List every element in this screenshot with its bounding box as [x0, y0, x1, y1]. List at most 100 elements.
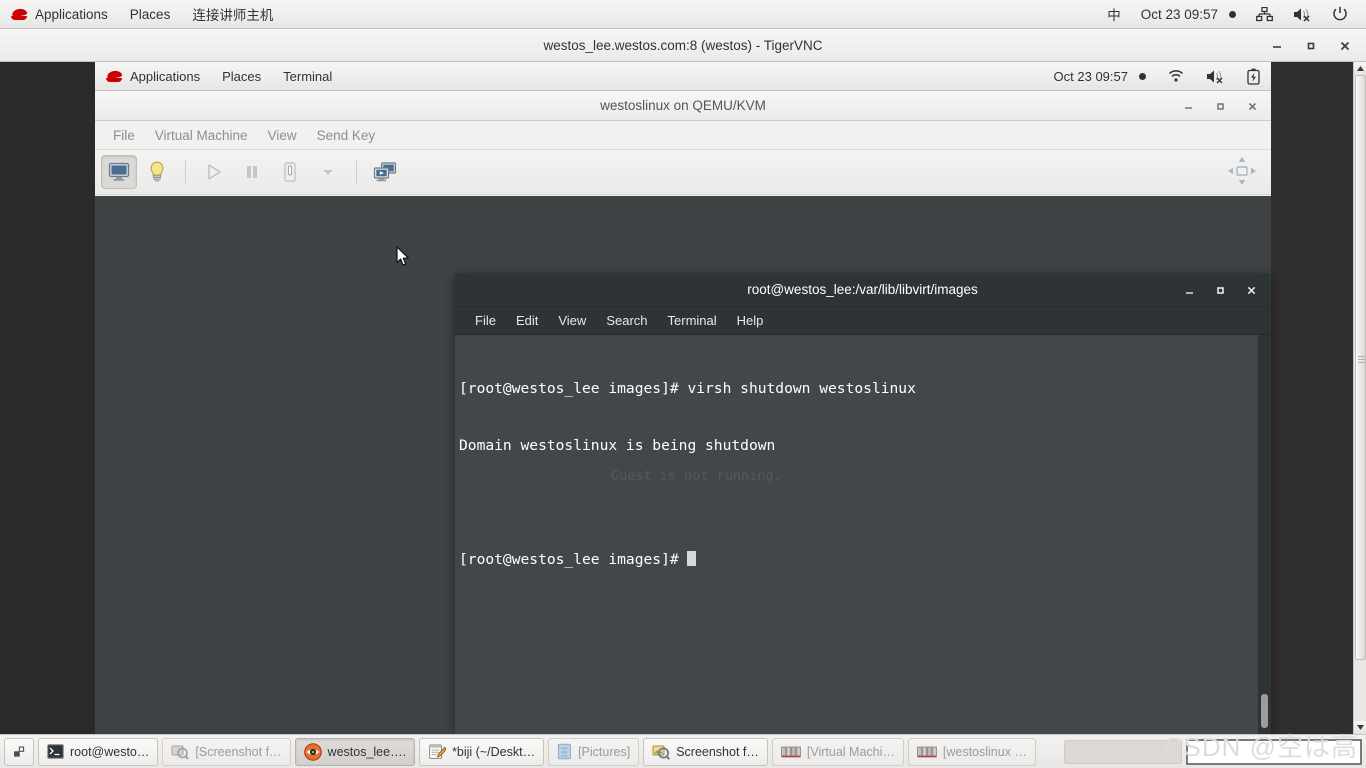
virt-manager-toolbar — [95, 150, 1271, 195]
screen: Applications Places 连接讲师主机 中 Oct 23 09:5… — [0, 0, 1366, 768]
terminal-title: root@westos_lee:/var/lib/libvirt/images — [747, 282, 978, 297]
power-icon[interactable] — [1322, 0, 1358, 29]
taskbar-item-editor[interactable]: *biji (~/Deskt… — [419, 737, 545, 766]
taskbar-item-terminal[interactable]: root@westo… — [38, 737, 159, 766]
taskbar-item-label: *biji (~/Deskt… — [452, 744, 536, 759]
virt-manager-menubar: File Virtual Machine View Send Key — [95, 121, 1271, 150]
taskbar-item-westoslinux-vm[interactable]: [westoslinux … — [907, 737, 1036, 766]
snapshots-button[interactable] — [367, 155, 403, 189]
scroll-up-arrow-icon[interactable] — [1353, 62, 1366, 75]
vnc-viewport[interactable]: Applications Places Terminal Oct 23 09:5… — [0, 62, 1353, 734]
network-wired-glyph — [1256, 6, 1273, 21]
virt-manager-minimize-button[interactable] — [1175, 94, 1201, 118]
maximize-icon — [1216, 102, 1224, 110]
taskbar-item-label: Screenshot f… — [676, 744, 759, 759]
terminal-menu-search[interactable]: Search — [596, 307, 657, 335]
vnc-window-titlebar: westos_lee.westos.com:8 (westos) - Tiger… — [0, 29, 1366, 62]
folder-icon — [557, 743, 571, 760]
close-icon — [1248, 102, 1256, 110]
host-clock[interactable]: Oct 23 09:57 — [1131, 0, 1246, 29]
run-button[interactable] — [196, 155, 232, 189]
terminal-menu-file[interactable]: File — [465, 307, 506, 335]
ime-indicator[interactable]: 中 — [1097, 0, 1131, 29]
menu-virtual-machine[interactable]: Virtual Machine — [145, 121, 258, 150]
host-applications-menu[interactable]: Applications — [0, 0, 119, 29]
host-custom-launcher[interactable]: 连接讲师主机 — [181, 0, 284, 29]
menu-virtual-machine-label: Virtual Machine — [154, 127, 248, 143]
terminal-scrollbar[interactable] — [1258, 335, 1270, 734]
guest-clock-label: Oct 23 09:57 — [1053, 68, 1128, 84]
host-custom-launcher-label: 连接讲师主机 — [192, 8, 274, 23]
taskbar-item-pictures[interactable]: [Pictures] — [548, 737, 640, 766]
terminal-icon — [47, 744, 64, 759]
guest-places-label: Places — [222, 68, 262, 84]
taskbar-item-screenshot-1[interactable]: [Screenshot f… — [162, 737, 291, 766]
menu-view[interactable]: View — [258, 121, 307, 150]
fullscreen-button[interactable] — [1227, 156, 1257, 191]
shutdown-dropdown-button[interactable] — [310, 155, 346, 189]
terminal-menu-view[interactable]: View — [548, 307, 596, 335]
volume-muted-glyph — [1294, 8, 1310, 22]
taskbar-item-vnc[interactable]: westos_lee…. — [294, 737, 416, 766]
pause-icon — [247, 166, 257, 178]
virt-manager-close-button[interactable] — [1239, 94, 1265, 118]
terminal-scrollbar-thumb[interactable] — [1261, 694, 1268, 728]
redhat-logo-icon — [11, 8, 28, 21]
terminal-maximize-button[interactable] — [1209, 279, 1231, 301]
wifi-icon[interactable] — [1157, 62, 1195, 91]
terminal-menubar: File Edit View Search Terminal Help — [455, 307, 1270, 335]
battery-icon[interactable] — [1236, 62, 1271, 91]
terminal-titlebar: root@westos_lee:/var/lib/libvirt/images — [455, 273, 1270, 307]
vnc-scrollbar-thumb[interactable] — [1354, 75, 1366, 660]
taskbar: root@westo… [Screenshot f… westos_lee…. — [0, 734, 1366, 768]
scrollbar-grip-icon — [1357, 356, 1365, 365]
maximize-icon — [1216, 286, 1224, 294]
vnc-minimize-button[interactable] — [1262, 32, 1292, 60]
menu-view-label: View — [267, 127, 297, 143]
terminal-menu-help[interactable]: Help — [727, 307, 774, 335]
terminal-menu-edit[interactable]: Edit — [506, 307, 548, 335]
terminal-output-area[interactable]: [root@westos_lee images]# virsh shutdown… — [455, 335, 1270, 734]
guest-clock[interactable]: Oct 23 09:57 — [1043, 62, 1157, 91]
toolbar-separator — [185, 160, 186, 184]
chevron-up-icon — [1356, 66, 1364, 71]
guest-terminal-menu[interactable]: Terminal — [272, 62, 343, 91]
menu-file[interactable]: File — [103, 121, 145, 150]
pause-button[interactable] — [234, 155, 270, 189]
scroll-down-arrow-icon[interactable] — [1353, 721, 1366, 734]
volume-muted-icon[interactable] — [1195, 62, 1236, 91]
virt-manager-titlebar: westoslinux on QEMU/KVM — [95, 91, 1271, 121]
network-wired-icon[interactable] — [1246, 0, 1283, 29]
host-places-menu[interactable]: Places — [119, 0, 182, 29]
vnc-maximize-button[interactable] — [1296, 32, 1326, 60]
mouse-cursor — [396, 246, 410, 267]
vnc-vertical-scrollbar[interactable] — [1353, 62, 1366, 734]
guest-places-menu[interactable]: Places — [211, 62, 272, 91]
guest-applications-menu[interactable]: Applications — [95, 62, 211, 91]
console-view-button[interactable] — [101, 155, 137, 189]
vnc-scrollbar-track[interactable] — [1353, 75, 1366, 721]
taskbar-item-label: [Virtual Machi… — [806, 744, 895, 759]
taskbar-item-label: westos_lee…. — [327, 744, 407, 759]
maximize-icon — [1307, 42, 1315, 49]
terminal-minimize-button[interactable] — [1178, 279, 1200, 301]
virt-manager-title: westoslinux on QEMU/KVM — [600, 98, 766, 113]
close-icon — [1247, 286, 1255, 294]
shutdown-button[interactable] — [272, 155, 308, 189]
power-glyph — [1333, 6, 1347, 21]
remote-desktop-background-left — [0, 62, 95, 734]
taskbar-input-box[interactable] — [1186, 738, 1362, 765]
virt-manager-maximize-button[interactable] — [1207, 94, 1233, 118]
taskbar-item-screenshot-2[interactable]: Screenshot f… — [643, 737, 768, 766]
terminal-close-button[interactable] — [1240, 279, 1262, 301]
show-desktop-button[interactable] — [4, 737, 34, 766]
vnc-close-button[interactable] — [1330, 32, 1360, 60]
taskbar-item-virtual-machine-manager[interactable]: [Virtual Machi… — [771, 737, 904, 766]
menu-send-key[interactable]: Send Key — [307, 121, 386, 150]
volume-muted-icon[interactable] — [1283, 0, 1322, 29]
terminal-menu-terminal[interactable]: Terminal — [658, 307, 727, 335]
menu-file-label: File — [113, 127, 135, 143]
terminal-prompt: [root@westos_lee images]# — [459, 551, 688, 568]
show-details-button[interactable] — [139, 155, 175, 189]
resize-to-vm-icon — [1228, 157, 1256, 185]
